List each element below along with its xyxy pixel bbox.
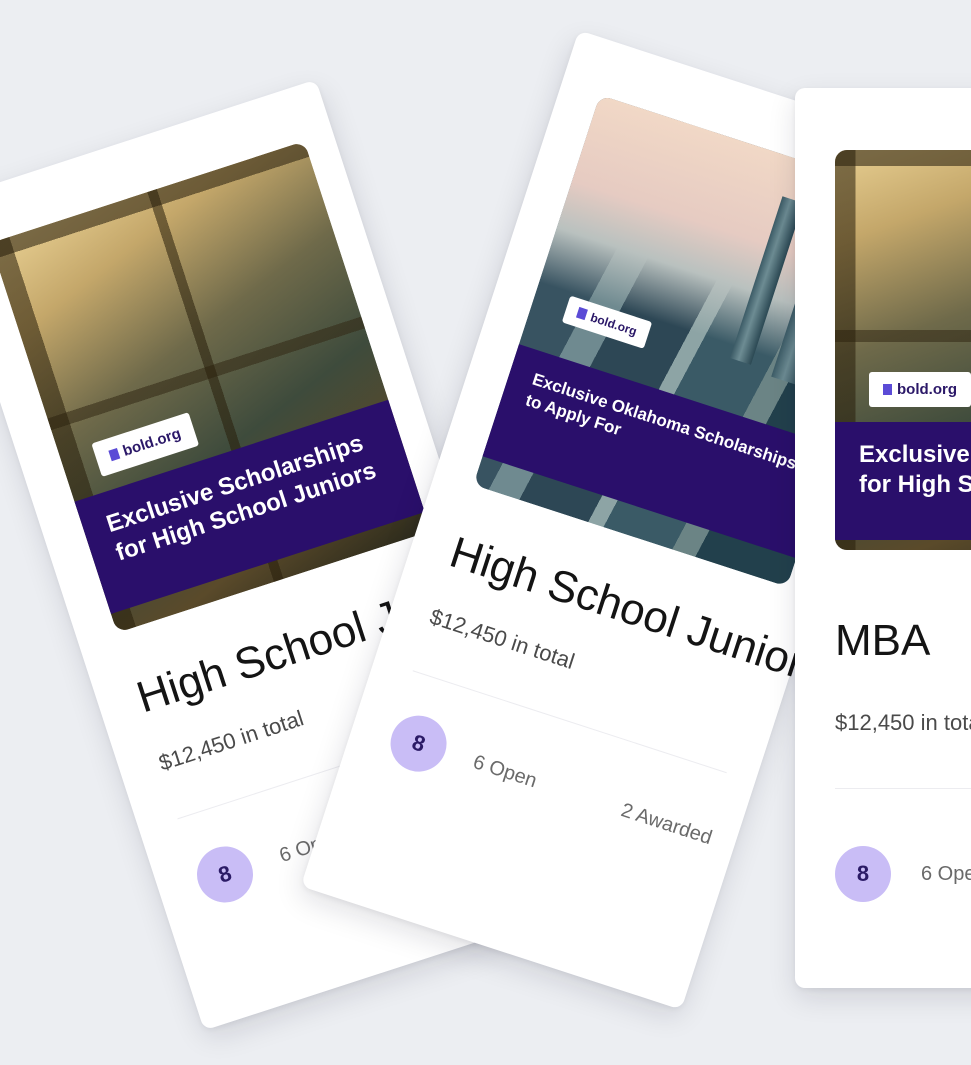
- count-avatar: 8: [835, 846, 891, 902]
- brand-logo: bold.org: [869, 372, 971, 407]
- card-amount: $12,450 in total: [155, 705, 307, 776]
- card-amount: $12,450 in total: [426, 603, 578, 674]
- card-divider: [835, 788, 971, 789]
- card-footer: 8 6 Open 2 Awarded: [383, 708, 720, 865]
- brand-logo-text: bold.org: [897, 381, 957, 398]
- card-title[interactable]: MBA: [835, 616, 930, 666]
- card-amount: $12,450 in total: [835, 710, 971, 735]
- bold-logo-icon: [108, 447, 121, 462]
- bold-logo-icon: [575, 306, 588, 321]
- awarded-count: 2 Awarded: [618, 798, 715, 849]
- cover-headline: Exclusive Scholarships for High School J…: [835, 422, 971, 540]
- count-avatar: 8: [383, 708, 454, 779]
- count-avatar: 8: [189, 839, 261, 910]
- scholarship-card-stack: bold.org Exclusive Scholarships for High…: [0, 0, 971, 1065]
- card-cover-image: bold.org Exclusive Scholarships for High…: [835, 150, 971, 550]
- card-cover-image: bold.org Exclusive Scholarships for High…: [0, 141, 431, 633]
- open-count: 6 Open: [921, 862, 971, 885]
- scholarship-card-mba[interactable]: bold.org Exclusive Scholarships for High…: [795, 88, 971, 988]
- card-footer: 8 6 Open: [835, 846, 971, 902]
- open-count: 6 Open: [470, 750, 540, 792]
- bold-logo-icon: [883, 384, 892, 395]
